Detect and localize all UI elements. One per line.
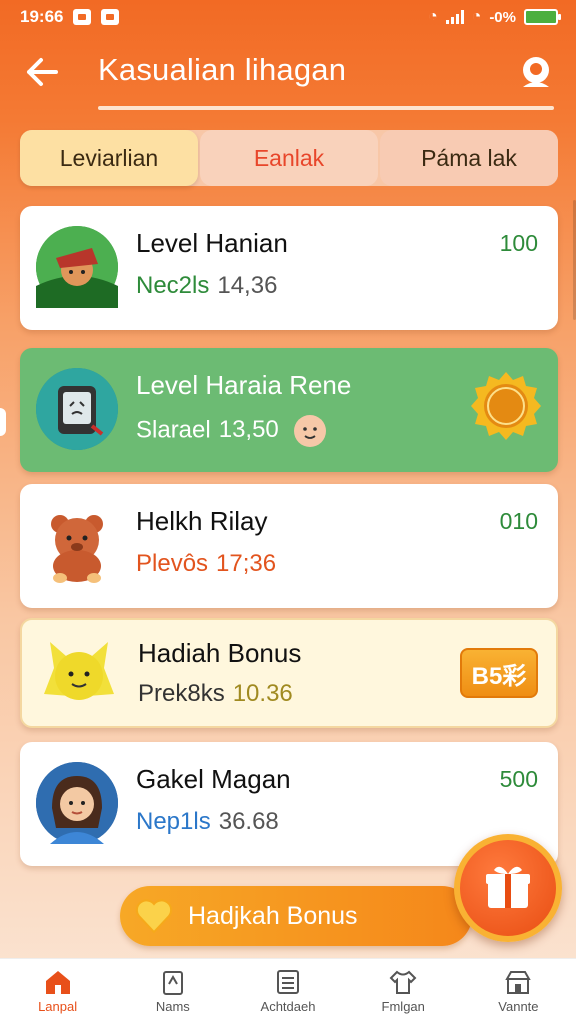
- card-points: 100: [499, 230, 538, 256]
- home-icon: [45, 971, 70, 994]
- level-card-3[interactable]: Helkh Rilay Plevôs 17;36 010: [20, 484, 558, 608]
- card-sub-value: 14,36: [217, 272, 278, 299]
- card-sub-value: 10.36: [232, 680, 293, 707]
- tab-eanlak[interactable]: Eanlak: [200, 130, 378, 186]
- list-icon: [277, 970, 299, 994]
- nav-item-nams[interactable]: Nams: [115, 959, 230, 1024]
- signal-icon: [445, 10, 464, 24]
- star-face-icon: [44, 642, 114, 700]
- card-title: Gakel Magan: [136, 764, 291, 794]
- nav-item-lanpal[interactable]: Lanpal: [0, 959, 115, 1024]
- store-icon: [505, 971, 532, 994]
- app-bar: Kasualian lihagan: [0, 40, 576, 110]
- card-sub-lead: Nec2ls: [136, 272, 210, 299]
- gold-seal-icon: [471, 372, 541, 440]
- card-subtitle: Nep1ls 36.68: [136, 808, 279, 836]
- tab-pama-lak[interactable]: Páma lak: [380, 130, 558, 186]
- back-arrow-icon: [27, 58, 58, 86]
- avatar: [36, 504, 118, 586]
- card-sub-value: 17;36: [216, 550, 277, 577]
- gift-box-icon: [486, 866, 530, 908]
- bonus-card[interactable]: Hadiah Bonus Prek8ks 10.36 B5彩: [20, 618, 558, 728]
- bonus-button-label: Hadjkah Bonus: [188, 901, 358, 930]
- nav-label: Lanpal: [38, 999, 78, 1014]
- card-title: Level Hanian: [136, 228, 288, 258]
- user-icon: [523, 57, 549, 87]
- card-sub-value: 36.68: [218, 808, 279, 835]
- profile-button[interactable]: [516, 52, 556, 92]
- card-points: 010: [499, 508, 538, 534]
- bonus-button[interactable]: Hadjkah Bonus: [120, 886, 472, 946]
- status-bar: 19:66 ◔ ◔ -0%: [0, 0, 576, 34]
- nav-label: Vannte: [498, 999, 539, 1014]
- battery-icon: [524, 9, 561, 25]
- nav-item-fmlgan[interactable]: Fmlgan: [346, 959, 461, 1024]
- page-title: Kasualian lihagan: [98, 52, 347, 87]
- avatar: [36, 368, 118, 450]
- avatar: [38, 634, 120, 716]
- bonus-chip: B5彩: [460, 648, 538, 698]
- status-time: 19:66: [20, 7, 64, 26]
- heart-icon: [135, 899, 173, 934]
- card-sub-lead: Plevôs: [136, 550, 209, 577]
- card-title: Helkh Rilay: [136, 506, 268, 536]
- card-subtitle: Plevôs 17;36: [136, 550, 276, 578]
- bear-icon: [51, 515, 103, 583]
- message-icon: [101, 9, 120, 25]
- nav-item-achtdaeh[interactable]: Achtdaeh: [230, 959, 345, 1024]
- wifi-icon-2: ◔: [471, 8, 482, 25]
- card-sub-lead: Slarael: [136, 416, 211, 444]
- face-emoji-icon: [294, 415, 327, 447]
- bottom-nav: Lanpal Nams Achtdaeh Fmlgan Vannte: [0, 958, 576, 1024]
- wifi-icon: ◔: [427, 8, 438, 25]
- back-button[interactable]: [20, 50, 64, 94]
- tab-leviarlian[interactable]: Leviarlian: [20, 130, 198, 186]
- card-points: 500: [499, 766, 538, 792]
- card-subtitle: Nec2ls 14,36: [136, 272, 277, 300]
- clipboard-icon: [162, 971, 183, 995]
- nav-item-vannte[interactable]: Vannte: [461, 959, 576, 1024]
- avatar: [36, 762, 118, 844]
- card-subtitle: Prek8ks 10.36: [138, 680, 293, 708]
- avatar: [36, 226, 118, 308]
- card-sub-value: 13,50: [218, 416, 279, 444]
- scroll-handle[interactable]: [0, 408, 6, 436]
- tablet-icon: [36, 368, 118, 450]
- title-underline: [98, 106, 554, 110]
- level-card-1[interactable]: Level Hanian Nec2ls 14,36 100: [20, 206, 558, 330]
- character-icon: [36, 226, 118, 308]
- battery-percent: -0%: [489, 8, 516, 26]
- card-sub-lead: Prek8ks: [138, 680, 225, 707]
- card-sub-lead: Nep1ls: [136, 808, 211, 835]
- card-title: Hadiah Bonus: [138, 638, 302, 668]
- woman-avatar-icon: [36, 762, 118, 844]
- notification-icon: [73, 9, 92, 25]
- level-card-2[interactable]: Level Haraia Rene Slarael 13,50: [20, 348, 558, 472]
- card-title: Level Haraia Rene: [136, 370, 352, 400]
- shirt-icon: [389, 970, 417, 994]
- nav-label: Fmlgan: [381, 999, 425, 1014]
- gift-fab-button[interactable]: [454, 834, 562, 942]
- nav-label: Nams: [155, 999, 190, 1014]
- tab-bar: Leviarlian Eanlak Páma lak: [20, 130, 558, 186]
- card-subtitle: Slarael 13,50: [136, 414, 327, 448]
- nav-label: Achtdaeh: [260, 999, 316, 1014]
